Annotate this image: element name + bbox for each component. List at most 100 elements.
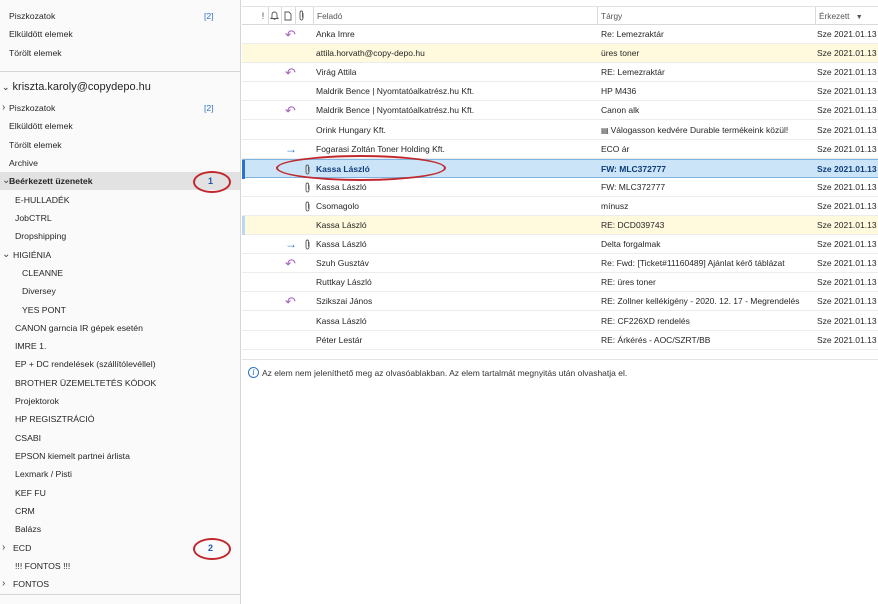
message-date: Sze 2021.01.13 1	[817, 124, 878, 135]
folder-item[interactable]: Projektorok	[0, 392, 240, 410]
message-list: ! Feladó Tárgy Érkezett ▼ ↶ Anka Imre Re: …	[242, 0, 878, 604]
message-row[interactable]: ↶ Anka Imre Re: Lemezraktár Sze 2021.01.13 …	[242, 25, 878, 44]
folder-item[interactable]: Diversey	[0, 282, 240, 300]
message-from: Kassa László	[316, 239, 367, 250]
column-received[interactable]: Érkezett ▼	[815, 7, 878, 25]
message-subject-text: HP M436	[601, 86, 637, 97]
message-row[interactable]: Kassa László FW: MLC372777 Sze 2021.01.13 …	[242, 178, 878, 197]
message-row[interactable]: Maldrik Bence | Nyomtatóalkatrész.hu Kft…	[242, 82, 878, 102]
folder-item[interactable]: › Piszkozatok [2]	[0, 99, 240, 117]
account-name: kriszta.karoly@copydepo.hu	[12, 81, 151, 93]
annotation-ring-message	[276, 155, 446, 181]
folder-count-badge: [2]	[204, 103, 214, 113]
message-date: Sze 2021.01.13 1	[817, 143, 878, 154]
message-row[interactable]: → Kassa László Delta forgalmak Sze 2021.01.…	[242, 235, 878, 255]
folder-item[interactable]: CRM	[0, 502, 240, 520]
annotation-badge-1: 1	[208, 176, 214, 186]
message-subject: ▤ Válogasson kedvére Durable termékeink k…	[601, 121, 811, 140]
message-row[interactable]: Ruttkay László RE: üres toner Sze 2021.01.…	[242, 273, 878, 293]
message-from: Anka Imre	[316, 29, 355, 39]
bell-icon[interactable]	[268, 7, 280, 25]
folder-label: CSABI	[15, 432, 42, 443]
message-date: Sze 2021.01.13 1	[817, 29, 878, 39]
message-date: Sze 2021.01.13 9	[817, 181, 878, 192]
message-from: Péter Lestár	[316, 334, 363, 345]
folder-label: EPSON kiemelt partnei árlista	[15, 451, 130, 462]
folder-item[interactable]: EP + DC rendelések (szállítólevéllel)	[0, 355, 240, 373]
column-subject[interactable]: Tárgy	[597, 7, 815, 25]
chevron-down-icon[interactable]: ⌄	[2, 82, 10, 92]
message-row[interactable]: attila.horvath@copy-depo.hu üres toner Sze…	[242, 44, 878, 64]
row-indicator	[242, 159, 245, 179]
chevron-right-icon[interactable]: ›	[2, 99, 5, 117]
folder-item[interactable]: ⌄ HIGIÉNIA	[0, 246, 240, 264]
message-from: Virág Attila	[316, 67, 357, 78]
chevron-down-icon[interactable]: ⌄	[2, 246, 10, 264]
message-date: Sze 2021.01.13 1	[817, 48, 878, 59]
folder-item[interactable]: Törölt elemek	[0, 44, 240, 62]
message-row[interactable]: ↶ Szuh Gusztáv Re: Fwd: [Ticket#11160489] …	[242, 254, 878, 274]
message-row[interactable]: ↶ Maldrik Bence | Nyomtatóalkatrész.hu Kf…	[242, 101, 878, 121]
chevron-right-icon[interactable]: ›	[2, 575, 5, 593]
message-date: Sze 2021.01.13 1	[817, 86, 878, 97]
sort-descending-icon[interactable]: ▼	[856, 14, 863, 21]
message-from: Ruttkay László	[316, 277, 372, 288]
chevron-right-icon[interactable]: ›	[2, 539, 5, 557]
folder-item[interactable]: E-HULLADÉK	[0, 191, 240, 209]
message-subject-text: FW: MLC372777	[601, 163, 667, 174]
message-subject-text: RE: Zollner kellékigény - 2020. 12. 17 -…	[601, 296, 800, 307]
message-subject: FW: MLC372777	[601, 160, 811, 179]
message-row[interactable]: Csomagolo mínusz Sze 2021.01.13 9	[242, 197, 878, 216]
message-subject-text: RE: DCD039743	[601, 220, 665, 230]
message-row[interactable]: Orink Hungary Kft. ▤ Válogasson kedvére Du…	[242, 121, 878, 140]
folder-item[interactable]: IMRE 1.	[0, 337, 240, 355]
message-subject-text: RE: üres toner	[601, 277, 656, 288]
info-text: Az elem nem jeleníthető meg az olvasóabl…	[262, 368, 628, 378]
paperclip-icon[interactable]	[295, 7, 307, 25]
folder-item[interactable]: CLEANNE	[0, 264, 240, 282]
message-row[interactable]: ↶ Virág Attila RE: Lemezraktár Sze 2021.01.…	[242, 63, 878, 83]
folder-item[interactable]: Piszkozatok [2]	[0, 7, 240, 25]
message-row[interactable]: ↶ Szikszai János RE: Zollner kellékigény -…	[242, 292, 878, 312]
message-subject-text: RE: Lemezraktár	[601, 67, 665, 78]
folder-label: Beérkezett üzenetek	[9, 176, 93, 187]
folder-item[interactable]: Balázs	[0, 520, 240, 538]
folder-label: YES PONT	[22, 304, 66, 315]
folder-item[interactable]: !!! FONTOS !!!	[0, 557, 240, 575]
message-date: Sze 2021.01.13 8	[817, 315, 878, 326]
column-header: ! Feladó Tárgy Érkezett ▼	[242, 7, 878, 25]
message-subject-text: Canon alk	[601, 105, 640, 116]
folder-item[interactable]: CSABI	[0, 429, 240, 447]
folder-item[interactable]: EPSON kiemelt partnei árlista	[0, 447, 240, 465]
folder-item[interactable]: Lexmark / Pisti	[0, 465, 240, 483]
folder-item[interactable]: Elküldött elemek	[0, 25, 240, 43]
account-header[interactable]: ⌄ kriszta.karoly@copydepo.hu	[2, 81, 151, 93]
message-row[interactable]: Kassa László RE: CF226XD rendelés Sze 2021…	[242, 312, 878, 331]
message-from: Orink Hungary Kft.	[316, 124, 386, 135]
message-row[interactable]: Péter Lestár RE: Árkérés - AOC/SZRT/BB Sze…	[242, 331, 878, 350]
importance-icon[interactable]: !	[259, 7, 267, 25]
folder-item[interactable]: Archive	[0, 154, 240, 172]
folder-item[interactable]: JobCTRL	[0, 209, 240, 227]
folder-label: E-HULLADÉK	[15, 194, 70, 205]
reading-pane-info: i Az elem nem jeleníthető meg az olvasóa…	[242, 359, 878, 385]
message-row[interactable]: Kassa László RE: DCD039743 Sze 2021.01.13 …	[242, 216, 878, 235]
replied-icon: ↶	[285, 103, 296, 119]
folder-item[interactable]: Törölt elemek	[0, 136, 240, 154]
folder-label: ECD	[13, 542, 32, 553]
message-subject: mínusz	[601, 197, 811, 216]
folder-item[interactable]: › FONTOS	[0, 575, 240, 593]
message-from: Szuh Gusztáv	[316, 258, 369, 269]
folder-item[interactable]: KEF FU	[0, 484, 240, 502]
column-from[interactable]: Feladó	[313, 7, 597, 25]
folder-item[interactable]: CANON garncia IR gépek esetén	[0, 319, 240, 337]
folder-item[interactable]: HP REGISZTRÁCIÓ	[0, 410, 240, 428]
message-from: Kassa László	[316, 315, 367, 326]
document-icon[interactable]	[281, 7, 293, 25]
folder-item[interactable]: Dropshipping	[0, 227, 240, 245]
folder-pane: Piszkozatok [2] Elküldött elemek Törölt ele…	[0, 0, 241, 604]
folder-item[interactable]: BROTHER ÜZEMELTETÉS KÓDOK	[0, 374, 240, 392]
folder-item[interactable]: Elküldött elemek	[0, 117, 240, 135]
folder-label: Piszkozatok	[9, 11, 56, 21]
folder-item[interactable]: YES PONT	[0, 301, 240, 319]
